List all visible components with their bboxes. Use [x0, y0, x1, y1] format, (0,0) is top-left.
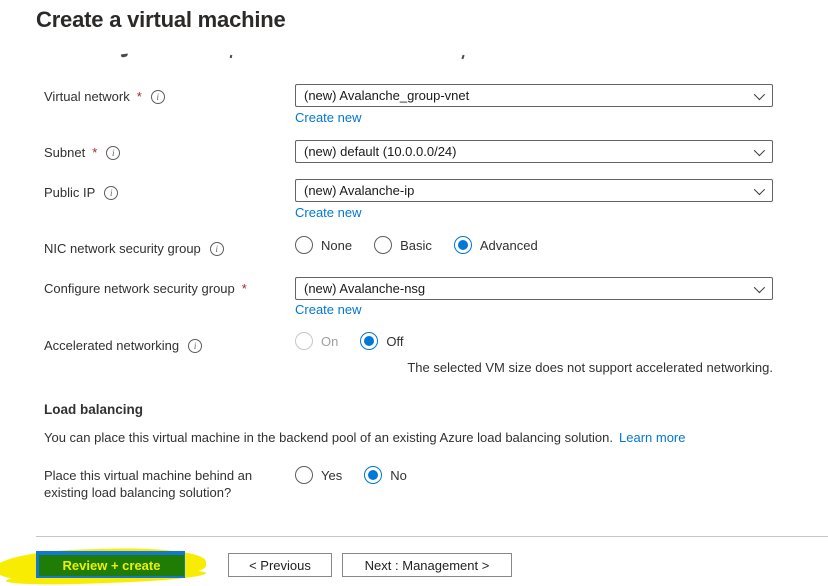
accelerated-networking-label: Accelerated networking i — [44, 338, 203, 353]
clipped-text-remnant — [229, 54, 233, 59]
load-balancing-radio-group: Yes No — [295, 465, 429, 485]
info-icon[interactable]: i — [209, 241, 224, 256]
radio-option-on: On — [295, 332, 338, 350]
radio-icon[interactable] — [295, 236, 313, 254]
subnet-value: (new) default (10.0.0.0/24) — [304, 144, 457, 159]
virtual-network-value: (new) Avalanche_group-vnet — [304, 88, 470, 103]
radio-option-no[interactable]: No — [364, 466, 407, 484]
clipped-text-remnant — [120, 53, 129, 58]
review-create-button[interactable]: Review + create — [36, 551, 185, 578]
radio-option-none[interactable]: None — [295, 236, 352, 254]
page-title: Create a virtual machine — [36, 7, 286, 32]
info-icon[interactable]: i — [188, 338, 203, 353]
virtual-network-dropdown[interactable]: (new) Avalanche_group-vnet — [295, 84, 773, 107]
chevron-down-icon — [753, 88, 766, 100]
public-ip-value: (new) Avalanche-ip — [304, 183, 415, 198]
nic-nsg-label: NIC network security group i — [44, 241, 224, 256]
subnet-dropdown[interactable]: (new) default (10.0.0.0/24) — [295, 140, 773, 163]
virtual-network-label: Virtual network * i — [44, 89, 165, 104]
radio-option-yes[interactable]: Yes — [295, 466, 342, 484]
radio-selected-icon[interactable] — [364, 466, 383, 484]
radio-option-off[interactable]: Off — [360, 332, 403, 350]
next-management-button[interactable]: Next : Management > — [342, 553, 512, 577]
required-marker: * — [92, 145, 98, 160]
review-create-label: Review + create — [62, 558, 161, 573]
radio-icon[interactable] — [374, 236, 393, 254]
radio-option-basic[interactable]: Basic — [374, 236, 432, 254]
virtual-network-create-new-link[interactable]: Create new — [295, 110, 361, 125]
configure-nsg-label: Configure network security group * — [44, 281, 247, 296]
required-marker: * — [241, 281, 247, 296]
radio-selected-icon[interactable] — [360, 332, 379, 350]
configure-nsg-dropdown[interactable]: (new) Avalanche-nsg — [295, 277, 773, 300]
info-icon[interactable]: i — [150, 89, 165, 104]
configure-nsg-create-new-link[interactable]: Create new — [295, 302, 361, 317]
load-balancing-description: You can place this virtual machine in th… — [44, 430, 686, 445]
info-icon[interactable]: i — [104, 185, 119, 200]
subnet-label: Subnet * i — [44, 145, 121, 160]
public-ip-create-new-link[interactable]: Create new — [295, 205, 361, 220]
accelerated-networking-note: The selected VM size does not support ac… — [407, 360, 773, 375]
info-icon[interactable]: i — [106, 145, 121, 160]
configure-nsg-value: (new) Avalanche-nsg — [304, 281, 426, 296]
previous-button[interactable]: < Previous — [228, 553, 332, 577]
learn-more-link[interactable]: Learn more — [619, 430, 685, 445]
radio-selected-icon[interactable] — [453, 236, 472, 254]
radio-option-advanced[interactable]: Advanced — [453, 236, 538, 254]
required-marker: * — [136, 89, 142, 104]
load-balancing-question: Place this virtual machine behind an exi… — [44, 468, 253, 500]
nic-nsg-radio-group: None Basic Advanced — [295, 235, 560, 255]
radio-icon[interactable] — [295, 466, 313, 484]
chevron-down-icon — [753, 281, 766, 293]
create-vm-page: Create a virtual machine Virtual network… — [0, 0, 828, 586]
public-ip-label: Public IP i — [44, 185, 119, 200]
load-balancing-heading: Load balancing — [44, 402, 144, 417]
chevron-down-icon — [753, 144, 766, 156]
radio-disabled-icon — [295, 332, 313, 350]
chevron-down-icon — [753, 183, 766, 195]
footer-divider — [36, 536, 828, 537]
public-ip-dropdown[interactable]: (new) Avalanche-ip — [295, 179, 773, 202]
clipped-text-remnant — [461, 54, 465, 60]
accelerated-networking-radio-group: On Off — [295, 331, 425, 351]
